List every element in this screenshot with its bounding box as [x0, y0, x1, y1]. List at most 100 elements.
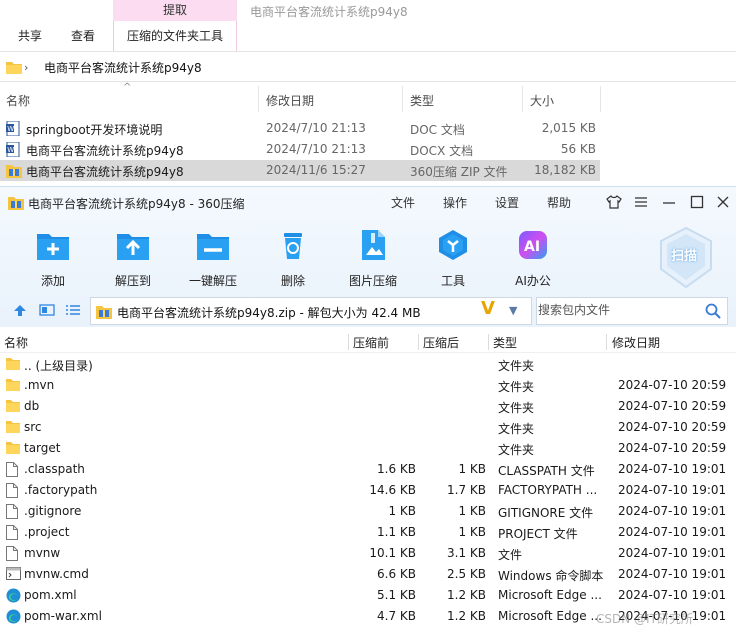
archive-item-type: 文件夹	[498, 380, 535, 394]
close-icon[interactable]	[716, 195, 730, 209]
file-date: 2024/7/10 21:13	[266, 121, 366, 135]
minimize-icon[interactable]	[662, 195, 676, 209]
address-bar[interactable]: › 电商平台客流统计系统p94y8	[0, 52, 736, 82]
column-size[interactable]: 大小	[530, 92, 554, 109]
column-name[interactable]: 名称	[4, 334, 28, 351]
menu-help[interactable]: 帮助	[547, 194, 571, 211]
scan-button[interactable]: 扫描	[655, 225, 717, 293]
column-type[interactable]: 类型	[410, 92, 434, 109]
archive-row[interactable]: db 文件夹 2024-07-10 20:59	[0, 396, 736, 417]
file-row[interactable]: W springboot开发环境说明 2024/7/10 21:13 DOC 文…	[0, 118, 600, 139]
folder-icon	[6, 357, 20, 373]
image-compress-button[interactable]: 图片压缩	[338, 229, 408, 291]
detail-view-icon[interactable]	[39, 303, 55, 317]
menu-settings[interactable]: 设置	[495, 194, 519, 211]
archive-row[interactable]: .gitignore 1 KB 1 KB GITIGNORE 文件 2024-07-10…	[0, 501, 736, 522]
archive-item-name: .factorypath	[24, 483, 98, 497]
tab-view[interactable]: 查看	[71, 21, 95, 51]
archive-row[interactable]: pom.xml 5.1 KB 1.2 KB Microsoft Edge ... 202…	[0, 585, 736, 606]
archive-item-name: db	[24, 399, 40, 413]
search-box[interactable]	[536, 297, 728, 325]
folder-icon	[6, 420, 20, 436]
tab-share[interactable]: 共享	[18, 21, 42, 51]
zip360-window: 电商平台客流统计系统p94y8 - 360压缩 文件 操作 设置 帮助 添加 解…	[0, 186, 736, 631]
archive-item-type: FACTORYPATH ...	[498, 483, 598, 497]
sort-up-icon: ^	[123, 82, 132, 93]
extract-to-icon	[117, 234, 149, 260]
chevron-down-icon[interactable]: ▼	[509, 304, 517, 317]
ribbon-context-label[interactable]: 提取	[113, 0, 237, 21]
archive-row[interactable]: .classpath 1.6 KB 1 KB CLASSPATH 文件 2024-07-…	[0, 459, 736, 480]
archive-item-type: 文件夹	[498, 443, 535, 457]
archive-item-type: GITIGNORE 文件	[498, 506, 594, 520]
archive-item-type: 文件夹	[498, 422, 535, 436]
menu-file[interactable]: 文件	[391, 194, 415, 211]
up-arrow-icon[interactable]	[13, 303, 27, 317]
archive-item-modified: 2024-07-10 19:01	[618, 483, 727, 497]
shirt-skin-icon[interactable]	[606, 195, 622, 209]
archive-item-modified: 2024-07-10 19:01	[618, 567, 727, 581]
file-name: springboot开发环境说明	[26, 123, 163, 137]
delete-button[interactable]: 删除	[258, 229, 328, 291]
file-row-selected[interactable]: 电商平台客流统计系统p94y8 2024/11/6 15:27 360压缩 ZI…	[0, 160, 600, 181]
archive-item-type: Microsoft Edge ...	[498, 588, 602, 602]
extract-to-label: 解压到	[114, 274, 151, 288]
column-before[interactable]: 压缩前	[353, 334, 389, 351]
file-icon	[6, 483, 18, 501]
archive-item-after: 1.2 KB	[447, 588, 486, 602]
archive-row[interactable]: .project 1.1 KB 1 KB PROJECT 文件 2024-07-10 1…	[0, 522, 736, 543]
archive-item-modified: 2024-07-10 20:59	[618, 420, 727, 434]
archive-row[interactable]: .factorypath 14.6 KB 1.7 KB FACTORYPATH ...…	[0, 480, 736, 501]
column-type[interactable]: 类型	[493, 334, 517, 351]
column-modified[interactable]: 修改日期	[266, 92, 314, 109]
archive-item-after: 1.2 KB	[447, 609, 486, 623]
ai-office-button[interactable]: AI AI办公	[498, 229, 568, 291]
archive-row[interactable]: mvnw 10.1 KB 3.1 KB 文件 2024-07-10 19:01	[0, 543, 736, 564]
file-icon	[6, 546, 18, 564]
archive-item-after: 3.1 KB	[447, 546, 486, 560]
image-compress-icon	[362, 230, 385, 260]
search-icon[interactable]	[705, 303, 721, 319]
explorer-column-header: 名称 修改日期 类型 大小	[0, 84, 601, 114]
v-check-icon[interactable]: V	[481, 298, 495, 319]
file-row[interactable]: W 电商平台客流统计系统p94y8 2024/7/10 21:13 DOCX 文…	[0, 139, 600, 160]
column-after[interactable]: 压缩后	[423, 334, 459, 351]
add-icon	[37, 234, 69, 260]
archive-item-after: 1 KB	[458, 504, 486, 518]
archive-item-modified: 2024-07-10 19:01	[618, 546, 727, 560]
tools-button[interactable]: 工具	[418, 229, 488, 291]
add-button[interactable]: 添加	[18, 229, 88, 291]
maximize-icon[interactable]	[690, 195, 704, 209]
archive-path-box[interactable]: 电商平台客流统计系统p94y8.zip - 解包大小为 42.4 MB V ▼	[90, 297, 532, 325]
archive-row[interactable]: mvnw.cmd 6.6 KB 2.5 KB Windows 命令脚本 2024-07-…	[0, 564, 736, 585]
tab-compressed-folder-tools[interactable]: 压缩的文件夹工具	[113, 21, 237, 51]
archive-item-before: 10.1 KB	[369, 546, 416, 560]
menu-operate[interactable]: 操作	[443, 194, 467, 211]
archive-item-name: src	[24, 420, 42, 434]
one-click-extract-label: 一键解压	[188, 274, 237, 288]
archive-item-name: .classpath	[24, 462, 85, 476]
tools-icon	[439, 230, 467, 260]
archive-item-name: target	[24, 441, 61, 455]
search-input[interactable]	[538, 303, 698, 317]
archive-item-modified: 2024-07-10 20:59	[618, 399, 727, 413]
archive-item-modified: 2024-07-10 19:01	[618, 588, 727, 602]
archive-item-modified: 2024-07-10 19:01	[618, 504, 727, 518]
list-view-icon[interactable]	[65, 303, 81, 317]
archive-row[interactable]: src 文件夹 2024-07-10 20:59	[0, 417, 736, 438]
archive-row[interactable]: target 文件夹 2024-07-10 20:59	[0, 438, 736, 459]
archive-row[interactable]: .mvn 文件夹 2024-07-10 20:59	[0, 375, 736, 396]
one-click-extract-button[interactable]: 一键解压	[178, 229, 248, 291]
extract-to-button[interactable]: 解压到	[98, 229, 168, 291]
word-doc-icon: W	[6, 142, 20, 157]
watermark: CSDN @IT研究所	[596, 612, 693, 626]
archive-item-name: pom-war.xml	[24, 609, 102, 623]
archive-row[interactable]: .. (上级目录) 文件夹	[0, 354, 736, 375]
archive-item-name: .project	[24, 525, 70, 539]
column-name[interactable]: 名称	[6, 92, 30, 109]
menu-lines-icon[interactable]	[634, 195, 648, 209]
column-modified[interactable]: 修改日期	[612, 334, 660, 351]
ai-office-icon: AI	[519, 231, 547, 259]
archive-item-after: 1 KB	[458, 525, 486, 539]
archive-path-text: 电商平台客流统计系统p94y8.zip - 解包大小为 42.4 MB	[117, 306, 421, 320]
